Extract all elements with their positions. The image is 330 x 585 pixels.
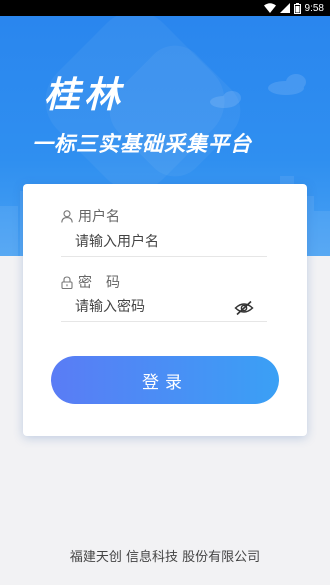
brand-subtitle: 一标三实基础采集平台: [32, 132, 252, 156]
footer-company: 福建天创 信息科技 股份有限公司: [69, 550, 261, 565]
signal-icon: [279, 3, 290, 13]
wifi-icon: [263, 3, 276, 13]
lock-icon: [61, 275, 73, 289]
status-time: 9:58: [304, 2, 324, 14]
username-input[interactable]: [61, 227, 267, 257]
username-label: 用户名: [78, 209, 120, 225]
login-button[interactable]: 登录: [51, 356, 279, 404]
battery-icon: [293, 2, 301, 14]
login-card: 用户名 密 码 登录: [23, 184, 307, 436]
eye-off-icon[interactable]: [234, 300, 254, 316]
username-label-row: 用户名: [61, 206, 120, 226]
user-icon: [61, 209, 73, 223]
brand-title: 桂林: [44, 75, 125, 116]
password-label-row: 密 码: [61, 272, 120, 292]
status-bar: 9:58: [0, 0, 330, 16]
password-label: 密 码: [78, 275, 120, 291]
